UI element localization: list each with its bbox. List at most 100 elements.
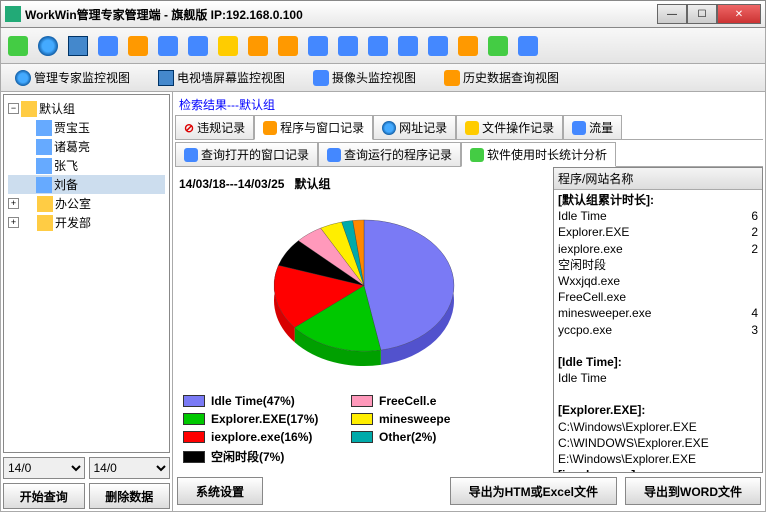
tree-root-label: 默认组 bbox=[39, 100, 75, 117]
sidebar-actions: 开始查询 删除数据 bbox=[1, 481, 172, 511]
tab-file-label: 文件操作记录 bbox=[482, 119, 554, 136]
tool-icon-monitor[interactable] bbox=[65, 33, 91, 59]
pc-icon bbox=[36, 158, 52, 174]
window-icon bbox=[263, 121, 277, 135]
stats-header: 程序/网站名称 bbox=[554, 168, 762, 190]
content-pane: 检索结果---默认组 违规记录 程序与窗口记录 网址记录 文件操作记录 流量 查… bbox=[173, 92, 765, 511]
tool-icon-4[interactable] bbox=[95, 33, 121, 59]
subtab-usage-stat[interactable]: 软件使用时长统计分析 bbox=[461, 142, 616, 167]
date-to[interactable]: 14/0 bbox=[89, 457, 171, 479]
tree-user-4[interactable]: 刘备 bbox=[8, 175, 165, 194]
search-icon bbox=[327, 148, 341, 162]
stats-body[interactable]: [默认组累计时长]:Idle Time6Explorer.EXE2iexplor… bbox=[554, 190, 762, 472]
tree-user-1[interactable]: 贾宝玉 bbox=[8, 118, 165, 137]
globe-icon bbox=[382, 121, 396, 135]
expand-icon[interactable]: − bbox=[8, 103, 19, 114]
chart-date-range: 14/03/18---14/03/25 bbox=[179, 177, 284, 191]
view-tabs: 管理专家监控视图 电视墙屏幕监控视图 摄像头监控视图 历史数据查询视图 bbox=[0, 64, 766, 92]
settings-button[interactable]: 系统设置 bbox=[177, 477, 263, 505]
chart-panel: 14/03/18---14/03/25 默认组 Idle Time(47%) F… bbox=[175, 167, 553, 473]
legend-explorer-label: Explorer.EXE(17%) bbox=[211, 412, 318, 426]
tool-icon-17[interactable] bbox=[485, 33, 511, 59]
tree-user-3-label: 张飞 bbox=[54, 157, 78, 174]
tool-icon-1[interactable] bbox=[5, 33, 31, 59]
tab-expert-label: 管理专家监控视图 bbox=[34, 69, 130, 86]
legend-explorer: Explorer.EXE(17%) bbox=[183, 412, 333, 426]
export-htm-button[interactable]: 导出为HTM或Excel文件 bbox=[450, 477, 617, 505]
tree-root[interactable]: − 默认组 bbox=[8, 99, 165, 118]
maximize-button[interactable]: ☐ bbox=[687, 4, 717, 24]
tool-icon-globe[interactable] bbox=[35, 33, 61, 59]
tree-user-2[interactable]: 诸葛亮 bbox=[8, 137, 165, 156]
tool-icon-16[interactable] bbox=[455, 33, 481, 59]
file-icon bbox=[465, 121, 479, 135]
tab-history-label: 历史数据查询视图 bbox=[463, 69, 559, 86]
tab-file-record[interactable]: 文件操作记录 bbox=[456, 115, 563, 140]
tool-icon-18[interactable] bbox=[515, 33, 541, 59]
tool-icon-6[interactable] bbox=[155, 33, 181, 59]
legend-idle2: 空闲时段(7%) bbox=[183, 448, 333, 465]
tab-tvwall-label: 电视墙屏幕监控视图 bbox=[177, 69, 285, 86]
query-button[interactable]: 开始查询 bbox=[3, 483, 85, 509]
date-from[interactable]: 14/0 bbox=[3, 457, 85, 479]
chart-icon bbox=[470, 148, 484, 162]
expand-icon[interactable]: + bbox=[8, 198, 19, 209]
tool-icon-10[interactable] bbox=[275, 33, 301, 59]
tab-tvwall-view[interactable]: 电视墙屏幕监控视图 bbox=[152, 66, 291, 89]
delete-button[interactable]: 删除数据 bbox=[89, 483, 171, 509]
app-icon bbox=[5, 6, 21, 22]
close-button[interactable]: ✕ bbox=[717, 4, 761, 24]
tool-icon-9[interactable] bbox=[245, 33, 271, 59]
tree-group-dev[interactable]: + 开发部 bbox=[8, 213, 165, 232]
legend-mine-label: minesweepe bbox=[379, 412, 450, 426]
main-toolbar bbox=[0, 28, 766, 64]
window-controls: — ☐ ✕ bbox=[657, 4, 761, 24]
minimize-button[interactable]: — bbox=[657, 4, 687, 24]
export-word-button[interactable]: 导出到WORD文件 bbox=[625, 477, 761, 505]
search-icon bbox=[184, 148, 198, 162]
tab-expert-view[interactable]: 管理专家监控视图 bbox=[9, 66, 136, 89]
legend-other-label: Other(2%) bbox=[379, 430, 436, 444]
tool-icon-8[interactable] bbox=[215, 33, 241, 59]
pc-icon bbox=[36, 139, 52, 155]
legend-idle2-label: 空闲时段(7%) bbox=[211, 448, 284, 465]
camera-icon bbox=[313, 70, 329, 86]
pie-svg bbox=[254, 203, 474, 383]
pie-chart bbox=[179, 196, 549, 390]
tab-url-record[interactable]: 网址记录 bbox=[373, 115, 456, 140]
tab-window-record[interactable]: 程序与窗口记录 bbox=[254, 115, 373, 140]
subtab-running-prog[interactable]: 查询运行的程序记录 bbox=[318, 142, 461, 167]
tab-flow[interactable]: 流量 bbox=[563, 115, 622, 140]
tab-violation[interactable]: 违规记录 bbox=[175, 115, 254, 140]
tree-user-2-label: 诸葛亮 bbox=[54, 138, 90, 155]
tool-icon-11[interactable] bbox=[305, 33, 331, 59]
subtab-open-windows[interactable]: 查询打开的窗口记录 bbox=[175, 142, 318, 167]
tool-icon-14[interactable] bbox=[395, 33, 421, 59]
legend-other: Other(2%) bbox=[351, 430, 501, 444]
search-result-label: 检索结果---默认组 bbox=[175, 94, 763, 115]
chart-title: 14/03/18---14/03/25 默认组 bbox=[179, 171, 549, 196]
group-icon bbox=[21, 101, 37, 117]
titlebar: WorkWin管理专家管理端 - 旗舰版 IP:192.168.0.100 — … bbox=[0, 0, 766, 28]
device-tree[interactable]: − 默认组 贾宝玉 诸葛亮 张飞 刘备 +办公室 + 开发部 bbox=[3, 94, 170, 453]
window-title: WorkWin管理专家管理端 - 旗舰版 IP:192.168.0.100 bbox=[25, 6, 657, 23]
stats-list: 程序/网站名称 [默认组累计时长]:Idle Time6Explorer.EXE… bbox=[553, 167, 763, 473]
tool-icon-7[interactable] bbox=[185, 33, 211, 59]
tree-group-dev-label: 开发部 bbox=[55, 214, 91, 231]
tab-history-view[interactable]: 历史数据查询视图 bbox=[438, 66, 565, 89]
history-icon bbox=[444, 70, 460, 86]
tree-user-4-label: 刘备 bbox=[54, 176, 78, 193]
expand-icon[interactable]: + bbox=[8, 217, 19, 228]
subtab-open-label: 查询打开的窗口记录 bbox=[201, 146, 309, 163]
chart-area: 14/03/18---14/03/25 默认组 Idle Time(47%) F… bbox=[175, 167, 763, 473]
tree-group-office[interactable]: +办公室 bbox=[8, 194, 165, 213]
tool-icon-5[interactable] bbox=[125, 33, 151, 59]
tool-icon-12[interactable] bbox=[335, 33, 361, 59]
legend-mine: minesweepe bbox=[351, 412, 501, 426]
tree-user-3[interactable]: 张飞 bbox=[8, 156, 165, 175]
chart-legend: Idle Time(47%) FreeCell.e Explorer.EXE(1… bbox=[179, 390, 549, 469]
tool-icon-13[interactable] bbox=[365, 33, 391, 59]
main-content: − 默认组 贾宝玉 诸葛亮 张飞 刘备 +办公室 +开发部 14/0 14/0 … bbox=[0, 92, 766, 512]
tab-camera-view[interactable]: 摄像头监控视图 bbox=[307, 66, 422, 89]
tool-icon-15[interactable] bbox=[425, 33, 451, 59]
